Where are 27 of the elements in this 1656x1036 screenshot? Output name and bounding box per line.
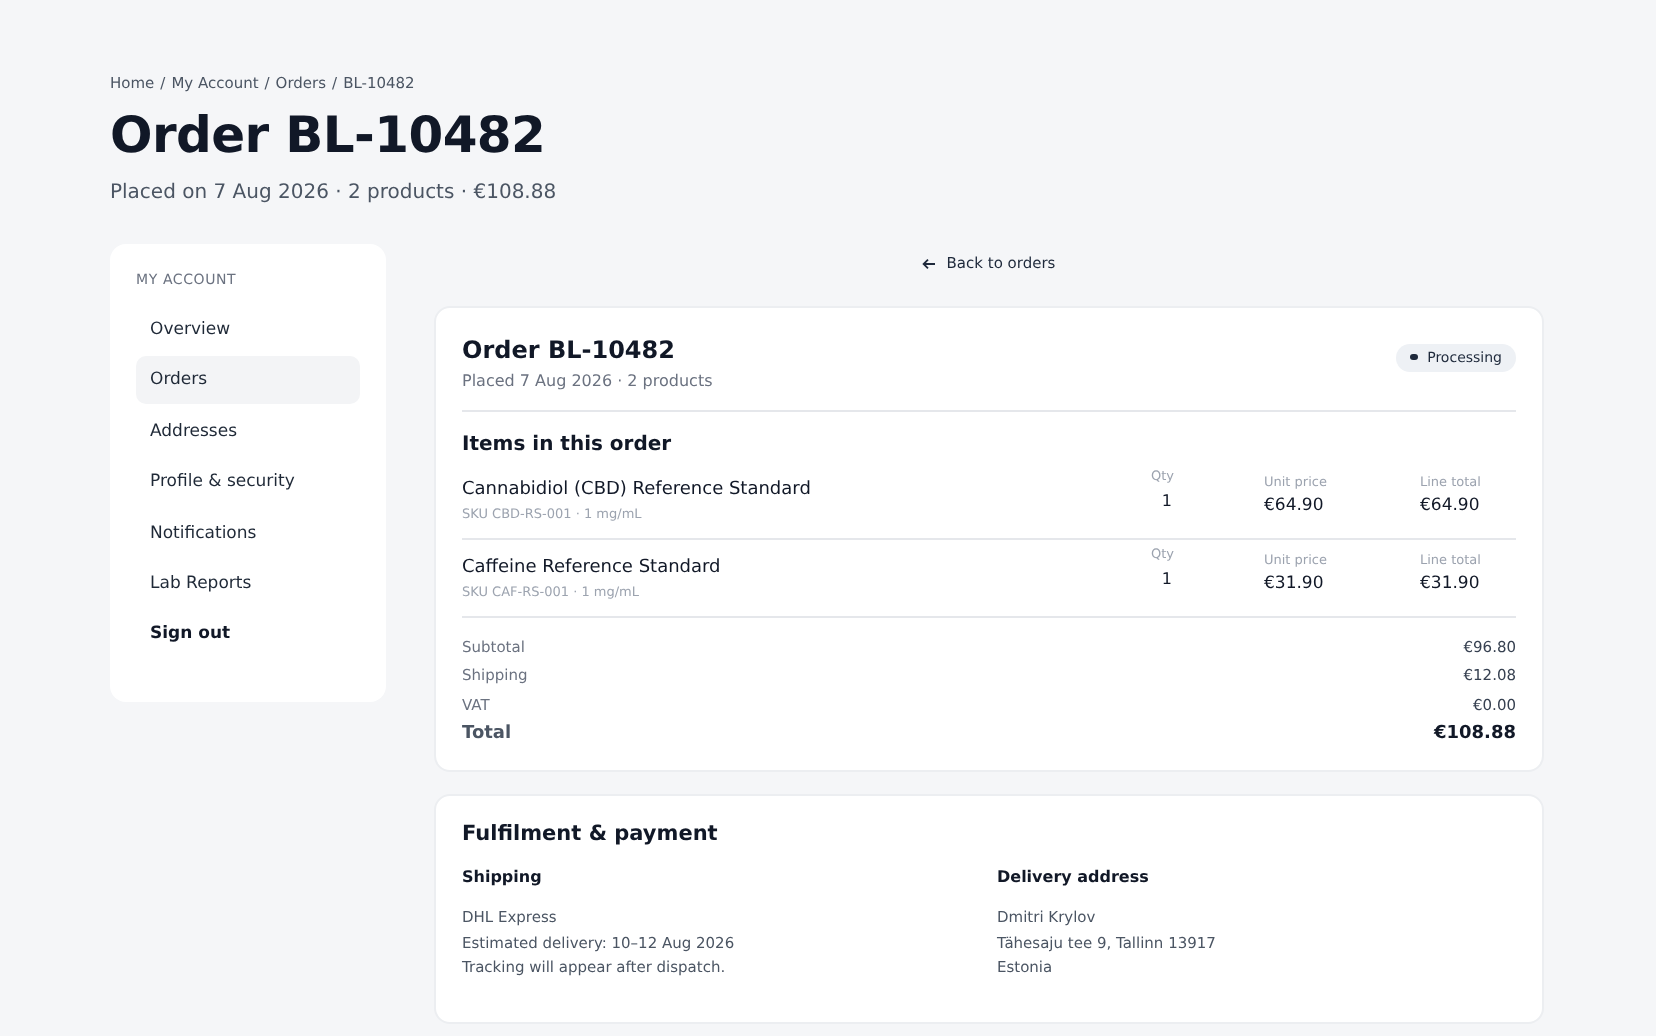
summary-value: €108.88 (1434, 721, 1516, 746)
summary-label: Total (462, 721, 512, 746)
column-heading: Shipping (462, 867, 544, 886)
page-subtitle: Placed on 7 Aug 2026 · 2 products · €108.88 (110, 182, 559, 204)
sidebar-item[interactable]: Notifications (136, 509, 360, 558)
unit-price: €64.90 (1264, 496, 1324, 516)
product-name: Cannabidiol (CBD) Reference Standard (462, 480, 813, 500)
sidebar-item[interactable]: Sign out (136, 610, 360, 659)
sidebar-item[interactable]: Lab Reports (136, 559, 360, 608)
line-total: €31.90 (1420, 574, 1480, 594)
sidebar-item[interactable]: Overview (136, 306, 360, 354)
quantity: 1 (1161, 492, 1174, 510)
section-heading: Items in this order (462, 434, 674, 456)
unit-price: €31.90 (1264, 574, 1324, 594)
product-name: Caffeine Reference Standard (462, 558, 723, 578)
card-title: Fulfilment & payment (462, 821, 720, 846)
status-dot-icon (1410, 353, 1418, 361)
card-subtitle: Placed 7 Aug 2026 · 2 products (462, 372, 713, 390)
line-total: €64.90 (1420, 496, 1480, 516)
quantity: 1 (1161, 570, 1174, 588)
sidebar-item[interactable]: Orders (136, 356, 360, 405)
column-heading: Delivery address (997, 867, 1151, 886)
sidebar-item[interactable]: Profile & security (136, 458, 360, 507)
arrow-left-icon (922, 257, 937, 269)
page-title: Order BL-10482 (110, 106, 548, 164)
sidebar-item[interactable]: Addresses (136, 407, 360, 456)
card-title: Order BL-10482 (462, 336, 677, 364)
